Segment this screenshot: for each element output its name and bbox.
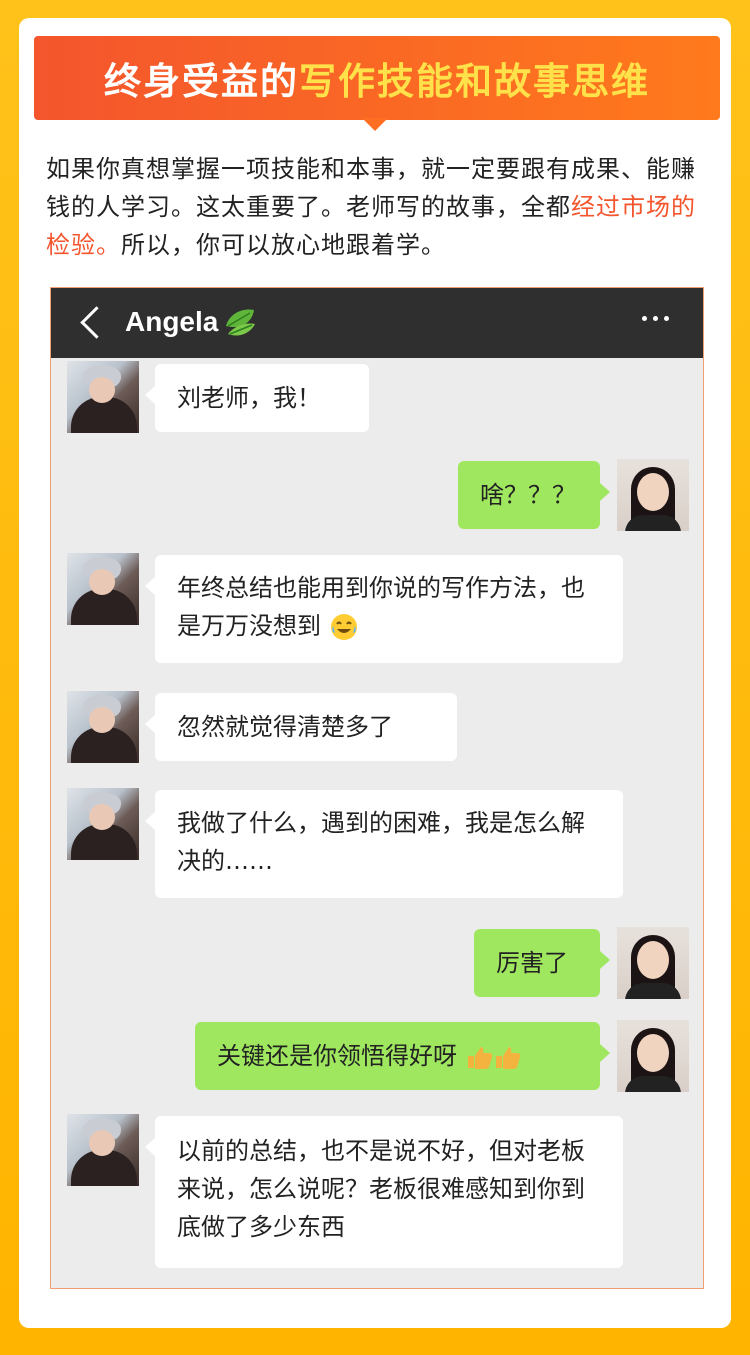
banner-pointer	[362, 118, 388, 131]
incoming-message: 刘老师，我！	[145, 364, 369, 432]
incoming-message: 忽然就觉得清楚多了	[145, 693, 457, 761]
headline-part2: 写作技能和故事思维	[299, 60, 650, 103]
message-text: 忽然就觉得清楚多了	[177, 713, 393, 741]
message-text: 年终总结也能用到你说的写作方法，也是万万没想到	[177, 574, 585, 640]
incoming-message: 以前的总结，也不是说不好，但对老板来说，怎么说呢？老板很难感知到你到底做了多少东…	[145, 1116, 623, 1268]
crying-laughing-emoji	[330, 614, 357, 640]
my-avatar[interactable]	[617, 459, 689, 531]
outgoing-message: 关键还是你领悟得好呀	[195, 1022, 610, 1090]
outgoing-message: 啥？？？	[458, 461, 610, 529]
contact-name: Angela	[125, 306, 219, 337]
intro-paragraph: 如果你真想掌握一项技能和本事，就一定要跟有成果、能赚钱的人学习。这太重要了。老师…	[46, 150, 710, 264]
incoming-message: 我做了什么，遇到的困难，我是怎么解决的……	[145, 790, 623, 898]
contact-avatar[interactable]	[67, 1114, 139, 1186]
my-avatar[interactable]	[617, 927, 689, 999]
my-avatar[interactable]	[617, 1020, 689, 1092]
chevron-left-icon[interactable]	[80, 306, 113, 339]
message-text: 刘老师，我！	[177, 384, 321, 412]
contact-avatar[interactable]	[67, 553, 139, 625]
more-dots-icon[interactable]	[642, 316, 669, 321]
contact-avatar[interactable]	[67, 691, 139, 763]
contact-avatar[interactable]	[67, 788, 139, 860]
chat-header: Angela	[51, 288, 703, 358]
message-text: 啥？？？	[480, 481, 576, 509]
chat-screenshot: Angela 刘老师，我！ 啥？？？ 年终总结也能用到你说的写作方法，也是万万没…	[50, 287, 704, 1289]
thumbs-up-emoji	[467, 1047, 520, 1069]
intro-text-b: 所以，你可以放心地跟着学。	[121, 231, 446, 259]
message-text: 厉害了	[496, 949, 568, 977]
contact-avatar[interactable]	[67, 361, 139, 433]
message-text: 我做了什么，遇到的困难，我是怎么解决的……	[177, 809, 585, 875]
headline-part1: 终身受益的	[104, 60, 299, 103]
message-text: 关键还是你领悟得好呀	[217, 1042, 457, 1070]
headline-banner: 终身受益的 写作技能和故事思维	[34, 36, 720, 120]
incoming-message: 年终总结也能用到你说的写作方法，也是万万没想到	[145, 555, 623, 663]
outgoing-message: 厉害了	[474, 929, 610, 997]
message-text: 以前的总结，也不是说不好，但对老板来说，怎么说呢？老板很难感知到你到底做了多少东…	[177, 1137, 585, 1241]
leaf-emoji-icon	[226, 309, 255, 336]
